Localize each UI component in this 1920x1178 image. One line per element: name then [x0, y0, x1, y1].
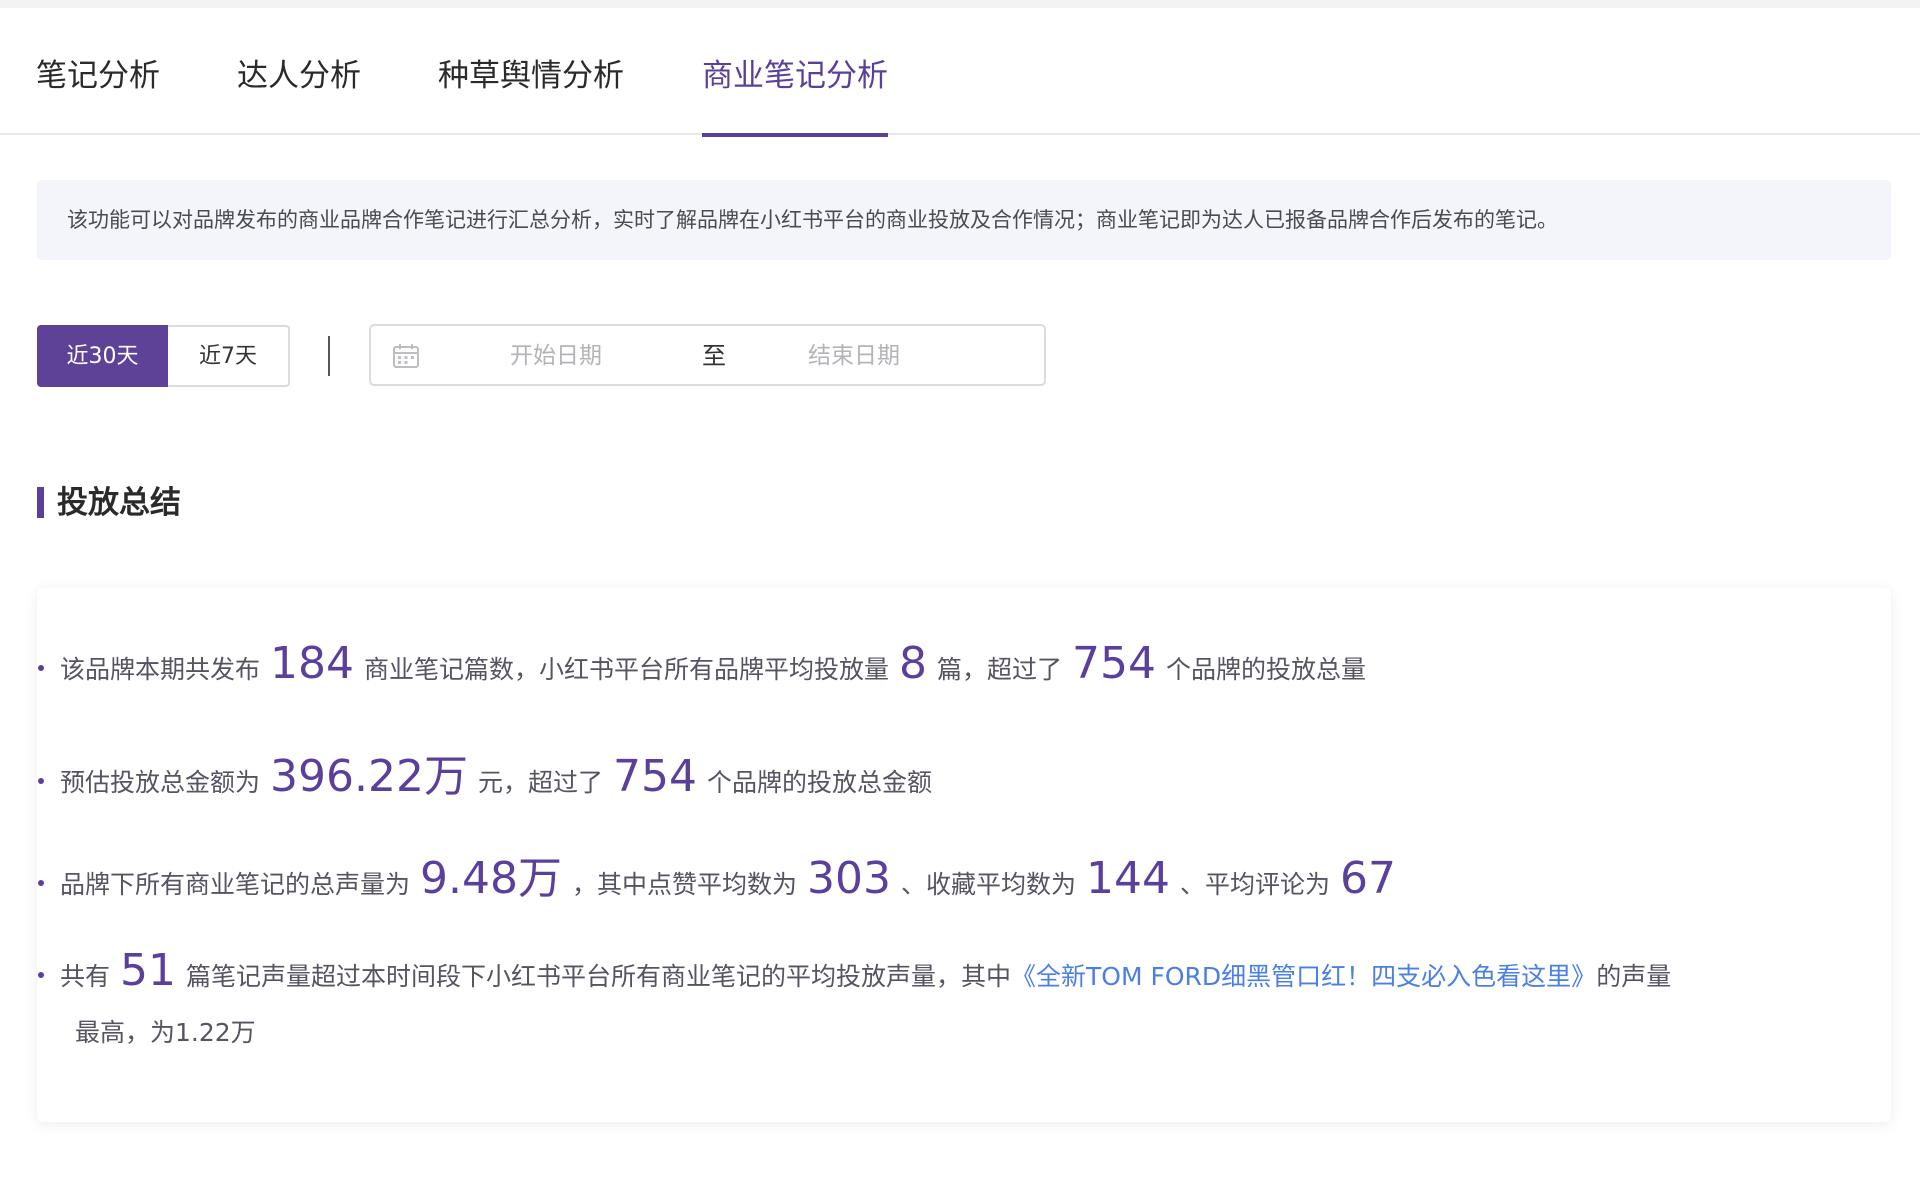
info-banner: 该功能可以对品牌发布的商业品牌合作笔记进行汇总分析，实时了解品牌在小红书平台的商… — [37, 180, 1891, 260]
summary-text: 个品牌的投放总量 — [1166, 655, 1367, 684]
top-note-link[interactable]: 《全新TOM FORD细黑管口红！四支必入色看这里》 — [1011, 962, 1596, 991]
tab-influencer-analysis[interactable]: 达人分析 — [237, 56, 361, 135]
brands-exceeded-count: 754 — [1072, 638, 1157, 689]
estimated-spend-value: 396.22万 — [270, 751, 468, 802]
quick-range-group: 近30天 近7天 — [37, 325, 290, 387]
above-average-note-count: 51 — [120, 945, 177, 996]
last-7-days-button[interactable]: 近7天 — [168, 325, 290, 387]
summary-text: ，其中点赞平均数为 — [571, 870, 797, 899]
summary-text: 元，超过了 — [477, 768, 603, 797]
section-accent-bar — [37, 487, 44, 518]
total-volume-value: 9.48万 — [420, 853, 562, 904]
summary-text: 篇笔记声量超过本时间段下小红书平台所有商业笔记的平均投放声量，其中 — [186, 962, 1012, 991]
bullet-dot — [38, 972, 44, 978]
end-date-input[interactable] — [769, 336, 939, 376]
brands-exceeded-spend-count: 754 — [613, 751, 697, 802]
summary-text: 共有 — [60, 962, 111, 991]
summary-line-engagement: 品牌下所有商业笔记的总声量为 9.48万 ，其中点赞平均数为 303 、收藏平均数为 14… — [38, 842, 1406, 906]
commercial-note-count: 184 — [270, 638, 354, 689]
tab-seeding-sentiment-analysis[interactable]: 种草舆情分析 — [438, 56, 624, 135]
bullet-dot — [38, 778, 44, 784]
summary-text: 商业笔记篇数，小红书平台所有品牌平均投放量 — [364, 655, 890, 684]
tab-note-analysis[interactable]: 笔记分析 — [36, 56, 160, 135]
summary-line-top-note: 共有 51 篇笔记声量超过本时间段下小红书平台所有商业笔记的平均投放声量，其中《全新… — [38, 945, 1671, 996]
summary-text: 、收藏平均数为 — [900, 870, 1076, 899]
summary-line-spend: 预估投放总金额为 396.22万 元，超过了 754 个品牌的投放总金额 — [38, 740, 932, 804]
top-strip — [0, 0, 1920, 8]
average-comments-value: 67 — [1340, 853, 1396, 904]
summary-text: 品牌下所有商业笔记的总声量为 — [60, 870, 411, 899]
summary-text: 预估投放总金额为 — [60, 768, 261, 797]
platform-average-count: 8 — [899, 638, 928, 689]
calendar-icon — [393, 344, 419, 368]
tab-commercial-note-analysis[interactable]: 商业笔记分析 — [702, 56, 888, 137]
divider — [328, 336, 330, 376]
date-range-picker[interactable]: 至 — [369, 324, 1046, 386]
bullet-dot — [38, 665, 44, 671]
date-range-separator: 至 — [702, 342, 726, 370]
start-date-input[interactable] — [471, 336, 641, 376]
summary-text: 个品牌的投放总金额 — [706, 768, 932, 797]
tab-bar: 笔记分析 达人分析 种草舆情分析 商业笔记分析 — [0, 8, 1920, 137]
bullet-dot — [38, 880, 44, 886]
average-collects-value: 144 — [1086, 853, 1170, 904]
average-likes-value: 303 — [807, 853, 891, 904]
section-title: 投放总结 — [57, 485, 181, 521]
summary-text: 的声量 — [1596, 962, 1672, 991]
summary-text: 、平均评论为 — [1179, 870, 1330, 899]
summary-text: 篇，超过了 — [937, 655, 1063, 684]
summary-line-publish-count: 该品牌本期共发布 184 商业笔记篇数，小红书平台所有品牌平均投放量 8 篇，超过了 75… — [38, 638, 1366, 689]
summary-line-top-note-continued: 最高，为1.22万 — [75, 1018, 256, 1047]
last-30-days-button[interactable]: 近30天 — [37, 325, 168, 387]
summary-text: 该品牌本期共发布 — [60, 655, 261, 684]
